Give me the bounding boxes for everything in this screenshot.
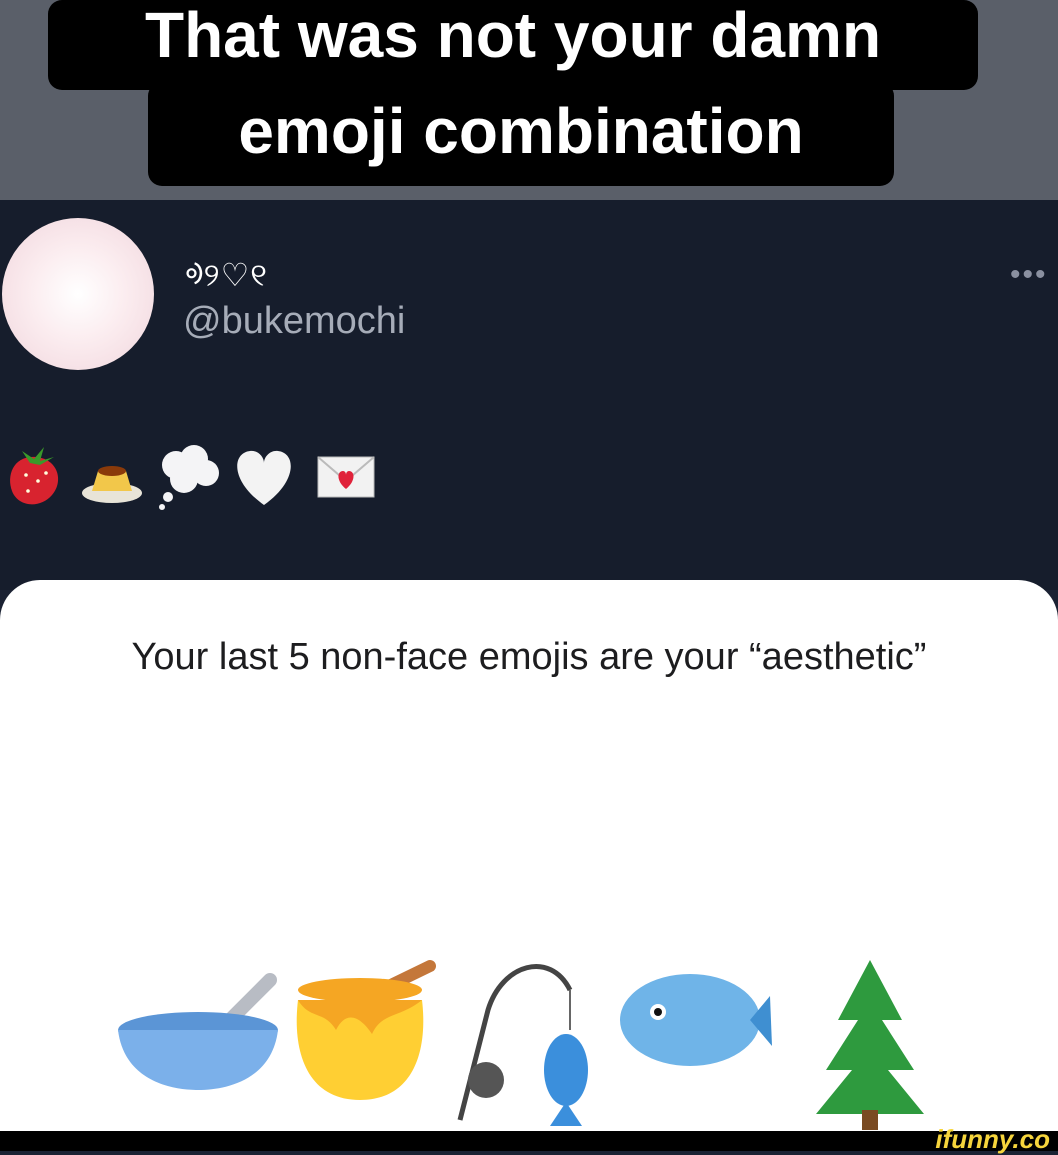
evergreen-tree-icon — [816, 960, 924, 1130]
fishing-pole-icon — [457, 964, 588, 1126]
card-text: Your last 5 non-face emojis are your “ae… — [131, 636, 927, 678]
fish-icon — [620, 974, 772, 1066]
love-letter-icon — [317, 456, 375, 498]
honey-pot-icon — [296, 960, 436, 1100]
watermark: ifunny.co — [935, 1124, 1050, 1154]
display-name[interactable]: ᢀ୨♡୧ — [185, 240, 268, 296]
ellipsis-icon[interactable]: ••• — [1010, 258, 1048, 292]
thought-balloon-icon — [159, 445, 219, 510]
bowl-with-spoon-icon — [118, 973, 278, 1090]
caption-line-1: That was not your damn — [48, 0, 978, 90]
tweet — [0, 200, 1058, 590]
tweet-emoji-row — [10, 445, 375, 510]
card-emoji-row — [118, 960, 924, 1130]
caption-line-2: emoji combination — [148, 82, 894, 186]
avatar[interactable] — [2, 218, 154, 370]
custard-icon — [82, 466, 142, 503]
strawberry-icon — [10, 447, 59, 505]
footer-bar — [0, 1131, 1058, 1151]
white-heart-icon — [237, 450, 291, 505]
user-handle[interactable]: @bukemochi — [183, 300, 405, 343]
